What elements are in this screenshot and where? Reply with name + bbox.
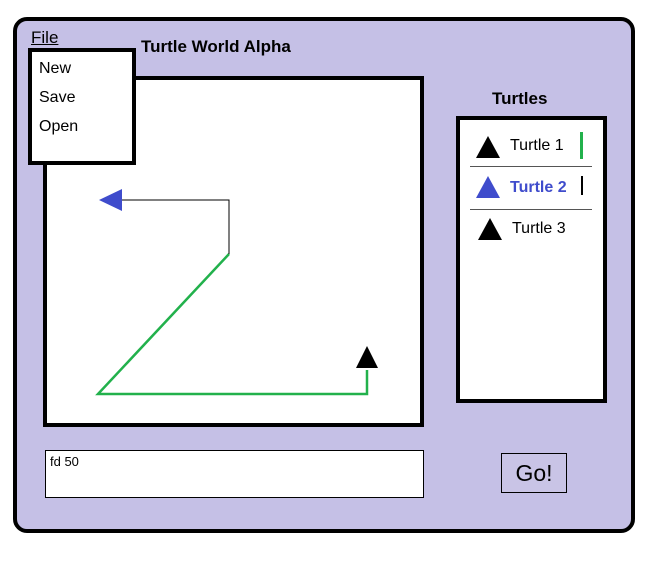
go-button[interactable]: Go! <box>501 453 567 493</box>
turtle-1-icon[interactable] <box>356 346 378 368</box>
turtle-icon <box>478 218 502 240</box>
trail-turtle-1 <box>95 253 369 396</box>
turtle-2-icon[interactable] <box>99 189 122 211</box>
file-dropdown: New Save Open <box>28 48 136 165</box>
turtle-label: Turtle 2 <box>510 179 567 196</box>
trail-turtle-2 <box>122 199 230 254</box>
turtle-icon <box>476 136 500 158</box>
file-menu[interactable]: File <box>31 28 58 48</box>
turtle-list: Turtle 1 Turtle 2 Turtle 3 <box>456 116 607 403</box>
pen-color-indicator <box>580 132 583 159</box>
menu-item-new[interactable]: New <box>39 60 71 78</box>
turtles-heading: Turtles <box>492 89 548 108</box>
menu-item-open[interactable]: Open <box>39 118 78 136</box>
turtle-item-2[interactable]: Turtle 2 <box>460 167 603 207</box>
app-title: Turtle World Alpha <box>141 37 291 56</box>
turtle-label: Turtle 3 <box>512 220 566 237</box>
command-input[interactable]: fd 50 <box>45 450 424 498</box>
pen-color-indicator <box>581 176 583 195</box>
menu-item-save[interactable]: Save <box>39 89 75 107</box>
turtle-item-1[interactable]: Turtle 1 <box>460 126 603 166</box>
turtle-item-3[interactable]: Turtle 3 <box>460 210 603 250</box>
turtle-icon <box>476 176 500 198</box>
turtle-label: Turtle 1 <box>510 137 564 154</box>
